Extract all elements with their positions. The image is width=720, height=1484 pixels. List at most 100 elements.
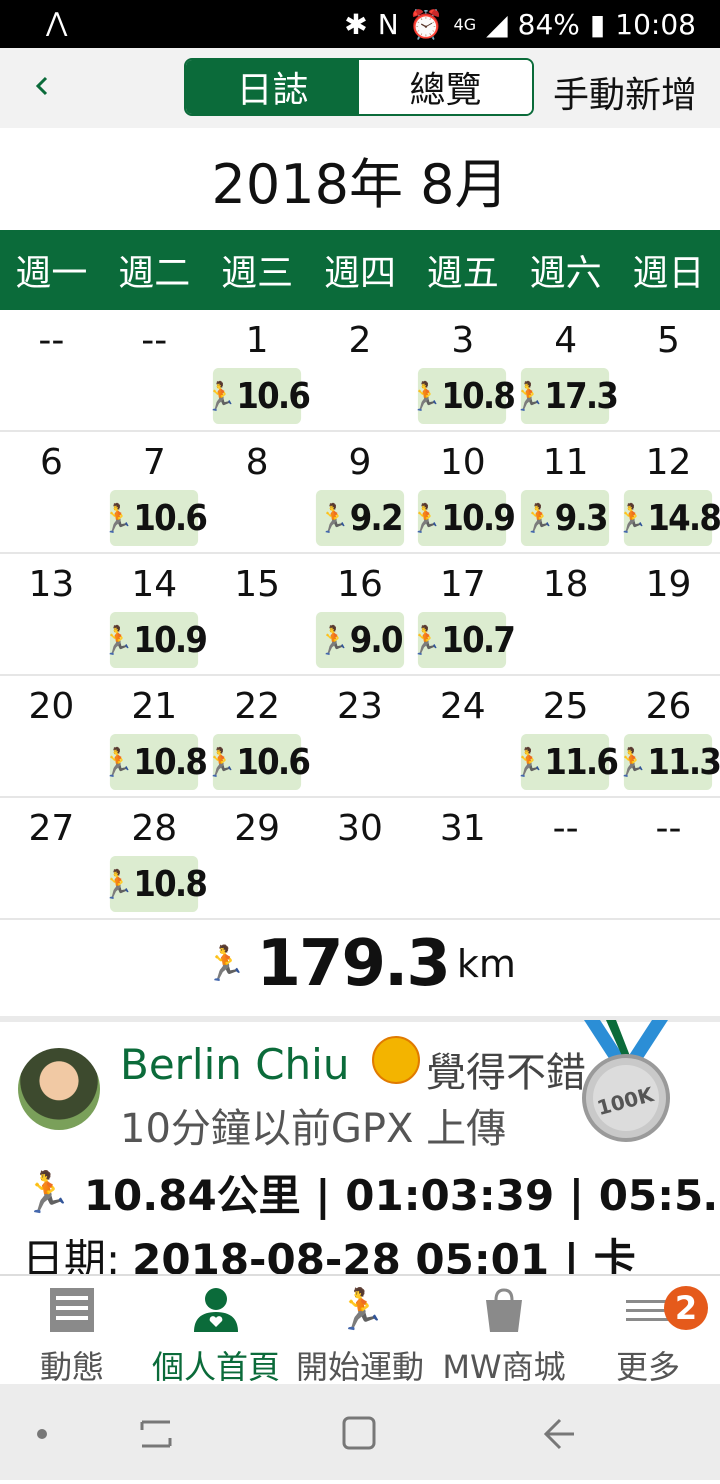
calendar-day-cell[interactable]: 15: [206, 554, 309, 674]
calendar-day-cell[interactable]: 6: [0, 432, 103, 552]
weekday-label: 週五: [426, 253, 499, 294]
shop-bag-icon: [486, 1288, 522, 1332]
nav-start-workout[interactable]: 🏃 開始運動: [288, 1276, 432, 1386]
calendar-day-cell[interactable]: 26 🏃 11.3: [616, 676, 720, 796]
calendar-day-cell[interactable]: 14 🏃 10.9: [102, 554, 208, 674]
run-distance-badge[interactable]: 🏃 10.8: [102, 734, 208, 790]
calendar-day-cell[interactable]: 17 🏃 10.7: [410, 554, 516, 674]
runner-icon: 🏃: [101, 745, 133, 779]
run-distance-badge[interactable]: 🏃 17.3: [513, 368, 619, 424]
runner-icon: 🏃: [317, 501, 349, 535]
calendar-day-cell[interactable]: 21 🏃 10.8: [102, 676, 208, 796]
runner-icon: 🏃: [523, 501, 555, 535]
run-distance-badge[interactable]: 🏃 10.8: [102, 856, 208, 912]
run-distance-badge[interactable]: 🏃 11.3: [616, 734, 720, 790]
day-number: 1: [245, 320, 269, 361]
day-number: 3: [451, 320, 475, 361]
top-bar: 日誌 總覽 手動新增: [0, 48, 720, 128]
monthly-total: 🏃 179.3 km: [0, 912, 720, 1016]
calendar-day-cell: --: [103, 310, 206, 430]
day-number: 21: [131, 686, 178, 727]
calendar-day-cell[interactable]: 11 🏃 9.3: [514, 432, 617, 552]
run-distance-value: 14.8: [647, 497, 720, 539]
mood-text: 覺得不錯: [426, 1050, 586, 1096]
day-number: 19: [645, 564, 692, 605]
run-distance-badge[interactable]: 🏃 10.6: [102, 490, 208, 546]
run-distance-badge[interactable]: 🏃 14.8: [616, 490, 720, 546]
calendar-day-cell[interactable]: 10 🏃 10.9: [410, 432, 516, 552]
calendar-day-cell[interactable]: 2: [309, 310, 412, 430]
run-distance-value: 10.6: [236, 375, 311, 417]
nav-dot-icon: [37, 1429, 47, 1439]
calendar-day-cell[interactable]: 1 🏃 10.6: [205, 310, 311, 430]
run-distance-badge[interactable]: 🏃 9.2: [315, 490, 404, 546]
nav-profile[interactable]: 個人首頁: [144, 1276, 288, 1386]
weekday-label: 週六: [529, 253, 602, 294]
calendar-day-cell[interactable]: 9 🏃 9.2: [309, 432, 412, 552]
system-nav-bar: [0, 1384, 720, 1480]
tab-log[interactable]: 日誌: [186, 60, 359, 114]
calendar-day-cell[interactable]: 30: [309, 798, 412, 918]
day-number: 31: [439, 808, 486, 849]
calendar-day-cell[interactable]: 18: [514, 554, 617, 674]
nav-shop[interactable]: MW商城: [432, 1276, 576, 1386]
runner-icon: 🏃: [410, 501, 441, 535]
calendar-day-cell: --: [0, 310, 103, 430]
calendar-day-cell[interactable]: 22 🏃 10.6: [205, 676, 311, 796]
run-distance-value: 10.6: [133, 497, 208, 539]
calendar-day-cell[interactable]: 24: [411, 676, 514, 796]
manual-add-button[interactable]: 手動新增: [553, 66, 697, 118]
back-arrow-icon[interactable]: [543, 1418, 574, 1450]
back-chevron-icon[interactable]: [28, 66, 58, 106]
day-number: --: [38, 320, 65, 361]
run-distance-badge[interactable]: 🏃 9.0: [315, 612, 404, 668]
run-distance-badge[interactable]: 🏃 10.6: [205, 734, 311, 790]
run-distance-badge[interactable]: 🏃 10.9: [102, 612, 208, 668]
status-bar: ⋀ ✱ N ⏰ 4G ◢ 84% ▮ 10:08: [0, 0, 720, 48]
run-distance-badge[interactable]: 🏃 10.9: [410, 490, 516, 546]
nav-feed[interactable]: 動態: [0, 1276, 144, 1386]
calendar-day-cell[interactable]: 13: [0, 554, 103, 674]
calendar-day-cell[interactable]: 19: [617, 554, 720, 674]
run-distance-badge[interactable]: 🏃 10.7: [410, 612, 516, 668]
day-number: 12: [645, 442, 692, 483]
day-number: 14: [131, 564, 178, 605]
calendar-day-cell[interactable]: 25 🏃 11.6: [513, 676, 619, 796]
calendar-day-cell[interactable]: 5: [617, 310, 720, 430]
calendar-week-row: 13 14 🏃 10.9 15 16 🏃 9.0 17 🏃 10.7 18 19: [0, 554, 720, 676]
day-number: 22: [234, 686, 281, 727]
calendar-day-cell[interactable]: 8: [206, 432, 309, 552]
calendar-day-cell[interactable]: 29: [206, 798, 309, 918]
run-distance-badge[interactable]: 🏃 11.6: [513, 734, 619, 790]
calendar-day-cell[interactable]: 7 🏃 10.6: [102, 432, 208, 552]
calendar-day-cell[interactable]: 4 🏃 17.3: [513, 310, 619, 430]
day-number: 13: [28, 564, 75, 605]
calendar-week-row: 27 28 🏃 10.8 29 30 31 -- --: [0, 798, 720, 920]
calendar-day-cell[interactable]: 16 🏃 9.0: [309, 554, 412, 674]
day-number: 2: [348, 320, 372, 361]
home-button-icon[interactable]: [342, 1416, 376, 1450]
runner-icon: 🏃: [204, 745, 236, 779]
user-name[interactable]: Berlin Chiu: [120, 1040, 349, 1089]
avatar[interactable]: [18, 1048, 100, 1130]
day-number: --: [141, 320, 168, 361]
calendar-day-cell[interactable]: 12 🏃 14.8: [616, 432, 720, 552]
calendar-day-cell[interactable]: 23: [309, 676, 412, 796]
run-distance-badge[interactable]: 🏃 10.8: [410, 368, 516, 424]
total-distance-unit: km: [456, 942, 516, 986]
tab-overview[interactable]: 總覽: [359, 60, 532, 114]
calendar-day-cell[interactable]: 28 🏃 10.8: [102, 798, 208, 918]
run-distance-badge[interactable]: 🏃 9.3: [521, 490, 610, 546]
nfc-icon: N: [377, 8, 399, 41]
calendar-day-cell[interactable]: 27: [0, 798, 103, 918]
calendar-day-cell[interactable]: 20: [0, 676, 103, 796]
day-number: 26: [645, 686, 692, 727]
run-distance-badge[interactable]: 🏃 10.6: [205, 368, 311, 424]
run-distance-value: 17.3: [544, 375, 620, 417]
feed-icon: [50, 1288, 94, 1332]
runner-icon: 🏃: [513, 379, 544, 413]
calendar-day-cell[interactable]: 31: [411, 798, 514, 918]
day-number: 8: [245, 442, 269, 483]
calendar-day-cell[interactable]: 3 🏃 10.8: [410, 310, 516, 430]
recent-apps-icon[interactable]: [140, 1420, 172, 1448]
